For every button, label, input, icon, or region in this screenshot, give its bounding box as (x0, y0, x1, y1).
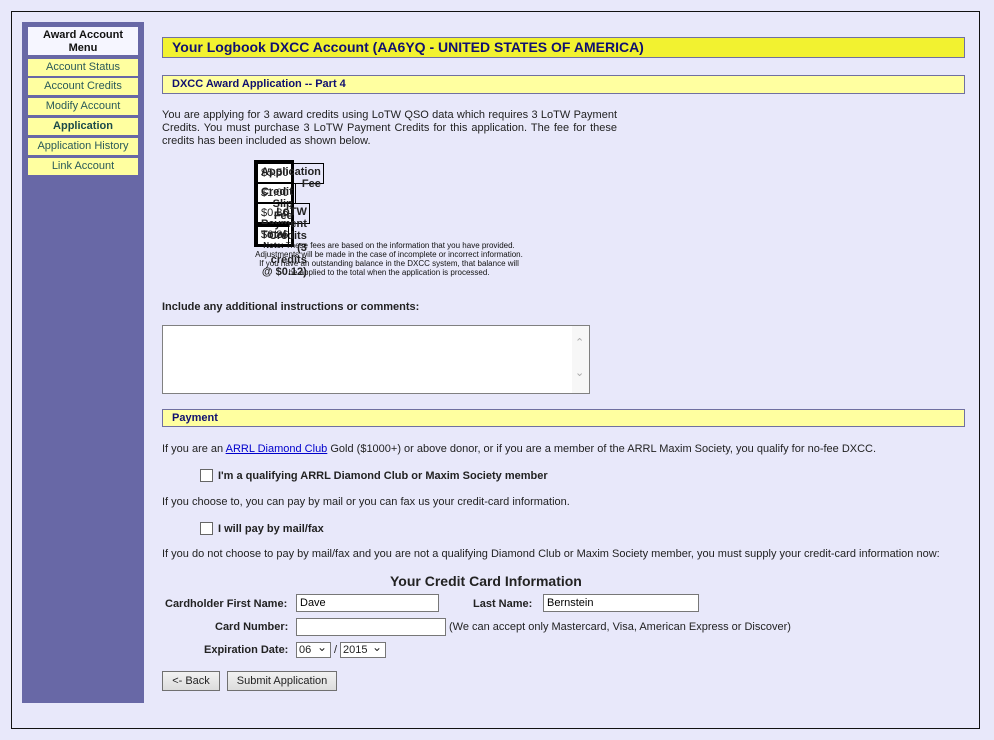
mail-fax-label[interactable]: I will pay by mail/fax (218, 523, 324, 535)
card-number-label: Card Number: (215, 621, 289, 633)
exp-month-select[interactable]: 06 ⌄ (296, 640, 331, 658)
sidebar-item-application-history[interactable]: Application History (28, 138, 138, 155)
fee-row: Application Fee $5.50 (256, 161, 324, 190)
exp-year-select[interactable]: 2015 ⌄ (340, 640, 386, 658)
fee-note-text: These fees are based on the information … (255, 241, 523, 277)
last-name-label: Last Name: (473, 598, 533, 610)
fee-label: Application Fee (257, 163, 324, 190)
card-number-input[interactable] (296, 618, 446, 636)
exp-month-value: 06 (299, 644, 312, 656)
page-title: Your Logbook DXCC Account (AA6YQ - UNITE… (162, 37, 965, 58)
mail-fax-checkbox[interactable] (200, 522, 213, 535)
diamond-member-checkbox[interactable] (200, 469, 213, 482)
sidebar-item-link-account[interactable]: Link Account (28, 158, 138, 175)
sidebar-item-account-status[interactable]: Account Status (28, 59, 138, 76)
chevron-down-icon: ⌄ (371, 640, 382, 654)
comments-label: Include any additional instructions or c… (162, 301, 420, 313)
fee-row: LoTW Payment Credits (3 credits @ $0.12)… (256, 202, 310, 278)
diamond-member-option[interactable]: I'm a qualifying ARRL Diamond Club or Ma… (200, 469, 548, 482)
sidebar-item-account-credits[interactable]: Account Credits (28, 78, 138, 95)
diamond-club-link[interactable]: ARRL Diamond Club (226, 443, 328, 455)
section-header-part4: DXCC Award Application -- Part 4 (162, 75, 965, 94)
last-name-input[interactable] (543, 594, 699, 612)
sidebar-item-application[interactable]: Application (28, 118, 138, 135)
fee-note-label: Note: (263, 241, 284, 250)
back-button[interactable]: <- Back (162, 671, 220, 691)
fee-label: LoTW Payment Credits (3 credits @ $0.12) (257, 202, 310, 278)
chevron-down-icon: ⌄ (316, 640, 327, 654)
fee-table: Application Fee $5.50 Credit Slip Fee $1.0… (254, 160, 324, 278)
expiration-label: Expiration Date: (204, 644, 289, 656)
first-name-input[interactable] (296, 594, 439, 612)
first-name-label: Cardholder First Name: (165, 598, 288, 610)
diamond-club-text: If you are an ARRL Diamond Club Gold ($1… (162, 443, 876, 455)
fee-label: Credit Slip Fee (257, 182, 296, 222)
sidebar: Award Account Menu Account Status Accoun… (22, 22, 144, 703)
exp-year-value: 2015 (343, 644, 368, 656)
diamond-member-label[interactable]: I'm a qualifying ARRL Diamond Club or Ma… (218, 470, 548, 482)
sidebar-title: Award Account Menu (28, 27, 138, 55)
supply-card-text: If you do not choose to pay by mail/fax … (162, 548, 940, 560)
comments-textarea[interactable] (162, 325, 590, 394)
section-header-payment: Payment (162, 409, 965, 427)
page-frame: Award Account Menu Account Status Accoun… (11, 11, 980, 729)
fee-note: Note: These fees are based on the inform… (254, 241, 524, 277)
mail-fax-option[interactable]: I will pay by mail/fax (200, 522, 324, 535)
scroll-up-icon[interactable]: ⌃ (575, 336, 584, 349)
sidebar-item-modify-account[interactable]: Modify Account (28, 98, 138, 115)
credit-card-title: Your Credit Card Information (390, 573, 582, 589)
comments-scrollbar[interactable]: ⌃ ⌄ (572, 326, 589, 393)
submit-application-button[interactable]: Submit Application (227, 671, 337, 691)
intro-text: You are applying for 3 award credits usi… (162, 109, 617, 147)
diamond-text-pre: If you are an (162, 443, 226, 455)
diamond-text-post: Gold ($1000+) or above donor, or if you … (327, 443, 877, 455)
exp-separator: / (334, 644, 338, 656)
fee-row: Credit Slip Fee $1.00 (256, 182, 296, 222)
mail-fax-text: If you choose to, you can pay by mail or… (162, 496, 570, 508)
card-types-note: (We can accept only Mastercard, Visa, Am… (449, 621, 791, 633)
scroll-down-icon[interactable]: ⌄ (575, 366, 584, 379)
